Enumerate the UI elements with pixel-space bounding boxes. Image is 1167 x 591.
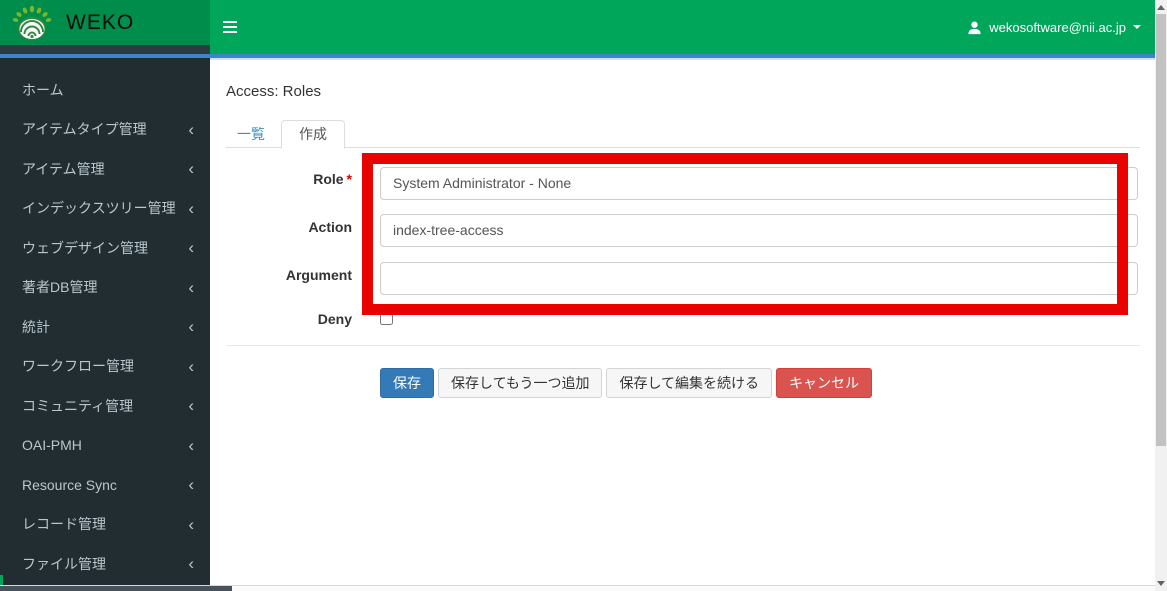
select-caret-icon: [1118, 181, 1127, 187]
sidebar-item-workflow-mgmt[interactable]: ワークフロー管理 ‹: [0, 347, 210, 387]
weko-logo-icon: [12, 5, 52, 40]
argument-field-label: Argument: [285, 267, 352, 283]
sidebar-item-authordb-mgmt[interactable]: 著者DB管理 ‹: [0, 268, 210, 308]
horizontal-scrollbar[interactable]: [0, 585, 1155, 591]
top-navbar: wekosoftware@nii.ac.jp: [210, 0, 1155, 54]
scroll-up-arrow-icon[interactable]: [1157, 5, 1165, 10]
logo-under-strip: [0, 45, 210, 54]
header-accent-line-light: [210, 58, 1155, 60]
tab-bar-underline: [226, 147, 1140, 148]
sidebar-item-statistics[interactable]: 統計 ‹: [0, 307, 210, 347]
vertical-scrollbar-thumb[interactable]: [1156, 14, 1166, 446]
sidebar-item-oai-pmh[interactable]: OAI-PMH ‹: [0, 426, 210, 466]
form-divider: [226, 345, 1140, 346]
sidebar-item-home[interactable]: ホーム: [0, 70, 210, 110]
save-and-add-another-button[interactable]: 保存してもう一つ追加: [438, 368, 603, 398]
sidebar-item-webdesign-mgmt[interactable]: ウェブデザイン管理 ‹: [0, 228, 210, 268]
brand-logo[interactable]: WEKO: [0, 0, 210, 45]
chevron-left-icon: ‹: [188, 119, 194, 139]
sidebar-item-resource-sync[interactable]: Resource Sync ‹: [0, 465, 210, 505]
role-field-label: Role *: [313, 171, 352, 187]
tab-create[interactable]: 作成: [281, 120, 345, 149]
horizontal-scrollbar-thumb[interactable]: [0, 586, 232, 591]
chevron-left-icon: ‹: [188, 475, 194, 495]
green-edge-fragment: [0, 575, 3, 585]
user-icon: [968, 21, 981, 34]
brand-title: WEKO: [66, 11, 135, 34]
chevron-left-icon: ‹: [188, 238, 194, 258]
chevron-left-icon: ‹: [188, 435, 194, 455]
chevron-left-icon: ‹: [188, 396, 194, 416]
sidebar: ホーム アイテムタイプ管理 ‹ アイテム管理 ‹ インデックスツリー管理 ‹ ウェブデ…: [0, 58, 210, 585]
sidebar-item-itemtype-mgmt[interactable]: アイテムタイプ管理 ‹: [0, 110, 210, 150]
vertical-scrollbar[interactable]: [1155, 0, 1167, 591]
weko-admin-window: WEKO wekosoftware@nii.ac.jp ホーム アイテムタイプ管…: [0, 0, 1167, 591]
argument-input[interactable]: [380, 262, 1138, 295]
chevron-left-icon: ‹: [188, 356, 194, 376]
tab-list[interactable]: 一覧: [226, 120, 276, 148]
deny-field-label: Deny: [317, 311, 352, 327]
sidebar-item-indextree-mgmt[interactable]: インデックスツリー管理 ‹: [0, 189, 210, 229]
sidebar-menu: ホーム アイテムタイプ管理 ‹ アイテム管理 ‹ インデックスツリー管理 ‹ ウェブデ…: [0, 70, 210, 584]
select-caret-icon: [1118, 228, 1127, 234]
scroll-down-arrow-icon[interactable]: [1157, 581, 1165, 586]
sidebar-item-file-mgmt[interactable]: ファイル管理 ‹: [0, 544, 210, 584]
save-and-continue-editing-button[interactable]: 保存して編集を続ける: [606, 368, 773, 398]
user-account-menu[interactable]: wekosoftware@nii.ac.jp: [967, 0, 1141, 54]
chevron-down-icon: [1133, 25, 1141, 29]
hamburger-icon: [223, 21, 237, 23]
form-button-row: 保存 保存してもう一つ追加 保存して編集を続ける キャンセル: [380, 368, 873, 398]
chevron-left-icon: ‹: [188, 514, 194, 534]
sidebar-item-record-mgmt[interactable]: レコード管理 ‹: [0, 505, 210, 545]
sidebar-item-item-mgmt[interactable]: アイテム管理 ‹: [0, 149, 210, 189]
action-select[interactable]: index-tree-access: [380, 214, 1138, 247]
sidebar-item-community-mgmt[interactable]: コミュニティ管理 ‹: [0, 386, 210, 426]
chevron-left-icon: ‹: [188, 554, 194, 574]
action-field-label: Action: [308, 219, 352, 235]
sidebar-toggle-button[interactable]: [223, 21, 237, 33]
user-email-label: wekosoftware@nii.ac.jp: [989, 19, 1126, 35]
deny-checkbox[interactable]: [380, 312, 393, 325]
role-select[interactable]: System Administrator - None: [380, 167, 1138, 200]
save-button[interactable]: 保存: [380, 368, 434, 398]
page-title: Access: Roles: [226, 83, 322, 100]
chevron-left-icon: ‹: [188, 198, 194, 218]
tab-bar: 一覧 作成: [226, 120, 345, 149]
required-asterisk: *: [346, 171, 352, 187]
cancel-button[interactable]: キャンセル: [776, 368, 873, 398]
